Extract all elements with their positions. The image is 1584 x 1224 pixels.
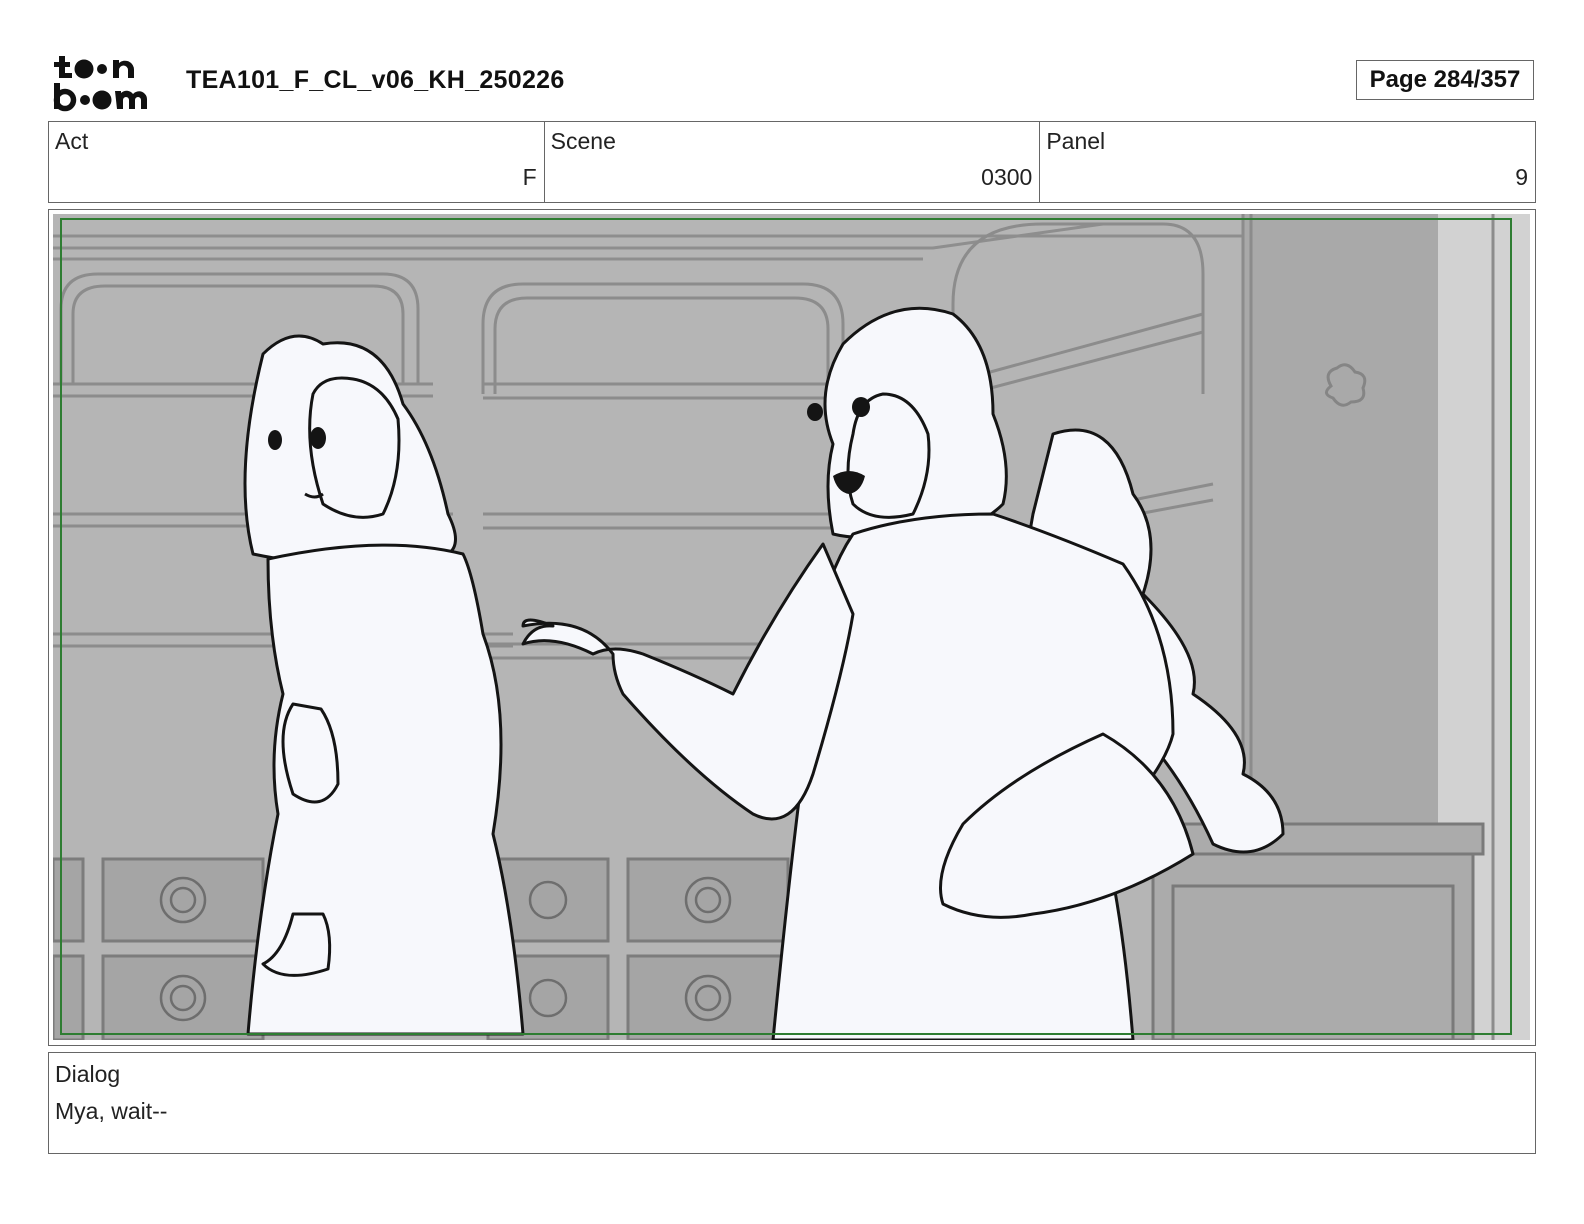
panel-drawing <box>53 214 1530 1040</box>
scene-cell: Scene 0300 <box>545 122 1041 202</box>
dialog-text: Mya, wait-- <box>55 1098 168 1124</box>
act-cell: Act F <box>49 122 545 202</box>
scene-value: 0300 <box>981 164 1033 190</box>
panel-info-row: Act F Scene 0300 Panel 9 <box>48 121 1536 203</box>
act-value: F <box>522 164 537 190</box>
act-label: Act <box>55 128 89 154</box>
panel-label: Panel <box>1046 128 1106 154</box>
dialog-box: Dialog Mya, wait-- <box>48 1052 1536 1154</box>
dialog-label: Dialog <box>55 1061 121 1087</box>
panel-value: 9 <box>1515 164 1529 190</box>
toon-boom-logo <box>53 56 148 112</box>
storyboard-panel <box>48 209 1536 1046</box>
document-title: TEA101_F_CL_v06_KH_250226 <box>186 66 565 94</box>
panel-cell: Panel 9 <box>1040 122 1535 202</box>
scene-label: Scene <box>550 128 616 154</box>
page-indicator: Page 284/357 <box>1356 60 1534 100</box>
